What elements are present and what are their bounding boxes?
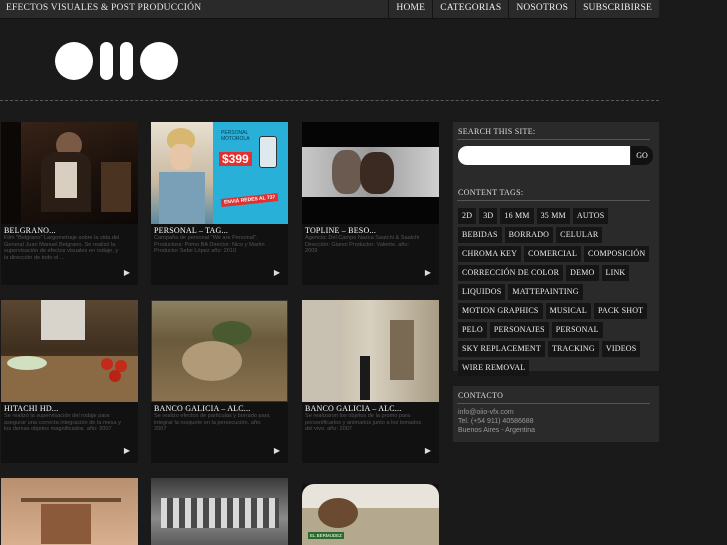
post-card: BANCO GALICIA – ALC... Se realizo efecto… xyxy=(151,300,288,463)
tags-heading: CONTENT TAGS: xyxy=(458,188,524,197)
post-description: Se realizo efectos de particulas y borra… xyxy=(154,413,270,432)
contact-email[interactable]: info@oiio-vfx.com xyxy=(458,409,514,416)
tag-link[interactable]: LIQUIDOS xyxy=(458,284,506,300)
tag-link[interactable]: TRACKING xyxy=(547,341,599,357)
tag-link[interactable]: CELULAR xyxy=(556,227,603,243)
sign-text: EL BERMUDEZ xyxy=(308,532,344,539)
contact-phone: Tel. (+54 911) 40586688 xyxy=(458,418,534,425)
tag-link[interactable]: DEMO xyxy=(566,265,599,281)
post-thumbnail[interactable]: EL BERMUDEZ xyxy=(302,484,439,545)
post-card: BANCO GALICIA – ALC... Se realizaron los… xyxy=(302,300,439,463)
play-icon[interactable]: ▶ xyxy=(124,268,130,277)
ad-cta: ENVIÁ REDES AL 737 xyxy=(220,193,279,207)
post-title[interactable]: BANCO GALICIA – ALC... xyxy=(305,404,401,413)
post-title[interactable]: PERSONAL – TAG... xyxy=(154,226,228,235)
contact-city: Buenos Aires - Argentina xyxy=(458,427,536,434)
tag-link[interactable]: WIRE REMOVAL xyxy=(458,360,530,376)
post-thumbnail[interactable] xyxy=(302,122,439,224)
post-thumbnail[interactable] xyxy=(1,122,138,224)
contact-heading: CONTACTO xyxy=(458,391,504,400)
tag-cloud: 2D 3D 16 MM 35 MM AUTOS BEBIDAS BORRADO … xyxy=(458,208,656,379)
nav-nosotros[interactable]: NOSOTROS xyxy=(508,0,576,18)
heading-divider xyxy=(457,200,650,201)
tag-link[interactable]: COMPOSICIÓN xyxy=(584,246,650,262)
tag-link[interactable]: 16 MM xyxy=(500,208,534,224)
post-thumbnail[interactable] xyxy=(302,300,439,402)
post-card: PERSONAL MOTOROLA $399 ENVIÁ REDES AL 73… xyxy=(151,122,288,285)
post-card: BELGRANO... Film "Belgrano" Largometraje… xyxy=(1,122,138,285)
post-description: Campaña de personal "We are Personal". P… xyxy=(154,235,265,254)
tag-link[interactable]: BORRADO xyxy=(504,227,554,243)
tag-link[interactable]: COMERCIAL xyxy=(524,246,582,262)
post-title[interactable]: HITACHI HD... xyxy=(4,404,58,413)
oiio-logo[interactable] xyxy=(55,42,178,80)
post-description: Film "Belgrano" Largometraje sobre la vi… xyxy=(4,235,120,261)
logo-i-first xyxy=(100,42,113,80)
tag-link[interactable]: AUTOS xyxy=(572,208,609,224)
post-thumbnail[interactable] xyxy=(151,300,288,402)
nav-home[interactable]: HOME xyxy=(388,0,433,18)
main-nav: HOME CATEGORIAS NOSOTROS SUBSCRIBIRSE xyxy=(388,0,659,18)
play-icon[interactable]: ▶ xyxy=(274,268,280,277)
contact-panel: CONTACTO info@oiio-vfx.com Tel. (+54 911… xyxy=(453,386,659,442)
nav-categorias[interactable]: CATEGORIAS xyxy=(432,0,509,18)
dashed-divider xyxy=(0,100,659,101)
tag-link[interactable]: PELO xyxy=(458,322,487,338)
nav-subscribirse[interactable]: SUBSCRIBIRSE xyxy=(575,0,659,18)
tag-link[interactable]: PERSONAJES xyxy=(489,322,549,338)
tag-link[interactable]: VIDEOS xyxy=(601,341,641,357)
logo-o-right xyxy=(140,42,178,80)
heading-divider xyxy=(457,403,650,404)
post-card xyxy=(151,478,288,545)
tag-link[interactable]: CHROMA KEY xyxy=(458,246,522,262)
play-icon[interactable]: ▶ xyxy=(425,446,431,455)
logo-o-left xyxy=(55,42,93,80)
tag-link[interactable]: BEBIDAS xyxy=(458,227,502,243)
post-card xyxy=(1,478,138,545)
play-icon[interactable]: ▶ xyxy=(425,268,431,277)
tag-link[interactable]: SKY REPLACEMENT xyxy=(458,341,545,357)
ad-price: $399 xyxy=(219,152,252,166)
tag-link[interactable]: MATTEPAINTING xyxy=(508,284,583,300)
tag-link[interactable]: 35 MM xyxy=(536,208,570,224)
heading-divider xyxy=(457,139,650,140)
search-heading: SEARCH THIS SITE: xyxy=(458,127,536,136)
tag-link[interactable]: PACK SHOT xyxy=(593,303,648,319)
post-title[interactable]: BELGRANO... xyxy=(4,226,56,235)
post-description: Se realizó la supervisación del rodaje p… xyxy=(4,413,121,432)
post-card: TOPLINE – BESO... Agencia: Del Campo Naz… xyxy=(302,122,439,285)
play-icon[interactable]: ▶ xyxy=(124,446,130,455)
post-description: Agencia: Del Campo Nazca Saatchi & Saatc… xyxy=(305,235,420,254)
post-thumbnail[interactable]: PERSONAL MOTOROLA $399 ENVIÁ REDES AL 73… xyxy=(151,122,288,224)
play-icon[interactable]: ▶ xyxy=(274,446,280,455)
post-title[interactable]: BANCO GALICIA – ALC... xyxy=(154,404,250,413)
tag-link[interactable]: PERSONAL xyxy=(551,322,603,338)
sidebar-panel: SEARCH THIS SITE: GO CONTENT TAGS: 2D 3D… xyxy=(453,122,659,376)
post-thumbnail[interactable] xyxy=(151,478,288,545)
search-input[interactable] xyxy=(458,146,630,165)
site-title: EFECTOS VISUALES & POST PRODUCCIÓN xyxy=(6,3,202,13)
tag-link[interactable]: CORRECCIÓN DE COLOR xyxy=(458,265,564,281)
post-thumbnail[interactable] xyxy=(1,300,138,402)
search-go-button[interactable]: GO xyxy=(631,146,653,165)
logo-i-second xyxy=(120,42,133,80)
tag-link[interactable]: MUSICAL xyxy=(545,303,591,319)
post-card: EL BERMUDEZ xyxy=(302,484,439,545)
tag-link[interactable]: 2D xyxy=(458,208,477,224)
ad-phone: MOTOROLA xyxy=(221,136,250,142)
tag-link[interactable]: LINK xyxy=(601,265,630,281)
tag-link[interactable]: 3D xyxy=(479,208,498,224)
post-description: Se realizaron los objetos de la promo pa… xyxy=(305,413,422,432)
post-card: HITACHI HD... Se realizó la supervisació… xyxy=(1,300,138,463)
top-bar: EFECTOS VISUALES & POST PRODUCCIÓN HOME … xyxy=(0,0,659,19)
tag-link[interactable]: MOTION GRAPHICS xyxy=(458,303,543,319)
post-thumbnail[interactable] xyxy=(1,478,138,545)
post-title[interactable]: TOPLINE – BESO... xyxy=(305,226,376,235)
